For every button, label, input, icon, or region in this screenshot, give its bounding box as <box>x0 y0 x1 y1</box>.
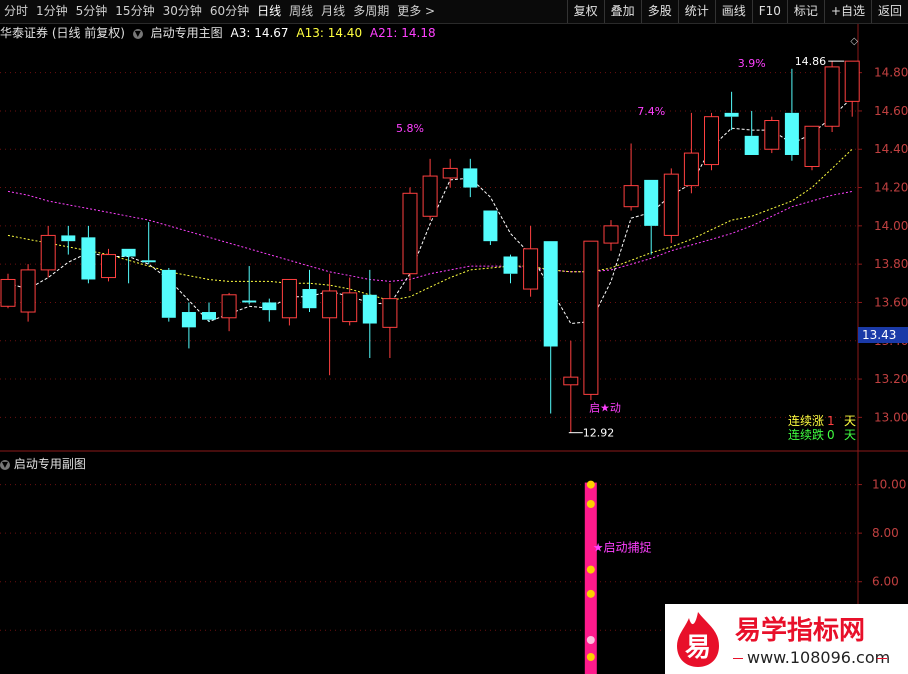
pct-change-label: 7.4% <box>637 105 665 118</box>
y-tick-label: 13.60 <box>874 295 908 309</box>
flame-logo-icon: 易 <box>677 612 719 667</box>
signal-bar <box>584 482 597 674</box>
url-divider-left <box>733 658 743 659</box>
consecutive-up-label: 连续涨 <box>788 413 824 428</box>
diamond-icon: ◇ <box>850 36 858 47</box>
candle-body-up <box>20 269 36 313</box>
candle-body-down <box>543 241 558 347</box>
low-price-label: 12.92 <box>583 427 615 440</box>
pct-change-label: 5.8% <box>396 122 424 135</box>
candle-body-down <box>202 312 216 320</box>
sub-y-tick-label: 6.00 <box>872 575 899 589</box>
candle-body-up <box>101 254 116 279</box>
watermark: 易 易学指标网 www.108096.com <box>665 604 908 674</box>
candle-body-up <box>824 66 840 127</box>
pct-change-label: 3.9% <box>738 57 766 70</box>
y-tick-label: 14.80 <box>874 66 908 80</box>
candle-body-down <box>724 112 739 117</box>
candle-body-down <box>362 294 377 324</box>
candle-body-up <box>40 234 56 271</box>
candle-body-up <box>764 120 780 150</box>
consecutive-down-unit: 天 <box>844 428 856 442</box>
candle-body-up <box>281 278 297 319</box>
candle-body-down <box>503 256 518 274</box>
candle-body-up <box>663 173 679 236</box>
candle-body-up <box>583 240 599 395</box>
candle-body-up <box>804 125 820 167</box>
candle-body-down <box>242 300 257 303</box>
candle-body-down <box>644 179 659 226</box>
signal-label: 启★动 <box>589 402 621 415</box>
y-tick-label: 13.20 <box>874 372 908 386</box>
candle-body-up <box>0 278 16 307</box>
consecutive-down-value: 0 <box>827 428 835 442</box>
y-tick-label: 13.00 <box>874 410 908 424</box>
consecutive-down-label: 连续跌 <box>788 427 824 442</box>
chart-canvas[interactable]: 14.8014.6014.4014.2014.0013.8013.6013.40… <box>0 0 908 674</box>
candle-body-down <box>302 289 317 309</box>
candle-body-down <box>61 235 76 242</box>
coin-icon <box>586 653 595 661</box>
sub-signal-label: ★启动捕捉 <box>593 540 652 555</box>
candle-body-down <box>483 210 498 242</box>
candle-body-down <box>181 312 196 328</box>
candle-body-up <box>442 167 458 179</box>
y-tick-label: 14.20 <box>874 181 908 195</box>
candle-body-up <box>322 290 338 319</box>
candle-body-down <box>141 260 156 263</box>
candle-body-up <box>382 298 398 328</box>
candle-body-down <box>121 248 136 257</box>
watermark-title: 易学指标网 <box>735 616 866 646</box>
y-tick-label: 14.60 <box>874 104 908 118</box>
candle-body-up <box>221 294 237 319</box>
diamond-gem-icon <box>586 636 595 644</box>
candle-body-up <box>342 292 358 323</box>
candle-body-up <box>844 60 860 102</box>
consecutive-up-unit: 天 <box>844 414 856 428</box>
candle-body-up <box>704 116 719 166</box>
logo-char: 易 <box>685 633 711 663</box>
sub-y-tick-label: 8.00 <box>872 526 899 540</box>
butterfly-icon <box>586 565 595 574</box>
y-tick-label: 13.80 <box>874 257 908 271</box>
candle-body-up <box>563 376 579 386</box>
candle-body-up <box>402 192 418 275</box>
candle-body-down <box>262 302 277 311</box>
money-bag-icon <box>586 589 595 598</box>
candle-body-down <box>463 168 478 188</box>
y-tick-label: 14.00 <box>874 219 908 233</box>
candle-body-up <box>422 175 438 217</box>
candle-body-down <box>784 112 799 155</box>
high-price-label: 14.86 <box>795 55 827 68</box>
y-tick-label: 14.40 <box>874 142 908 156</box>
candle-body-down <box>81 237 96 280</box>
candle-body-up <box>603 225 619 244</box>
current-price-label: 13.43 <box>862 328 896 342</box>
butterfly-icon <box>586 480 595 489</box>
watermark-url: www.108096.com <box>747 648 891 667</box>
sub-y-tick-label: 10.00 <box>872 478 906 492</box>
url-divider-right <box>877 658 887 659</box>
candle-body-down <box>744 135 759 155</box>
candle-body-up <box>623 185 639 208</box>
candle-body-down <box>161 269 176 318</box>
butterfly-icon <box>586 500 595 508</box>
candle-body-up <box>523 248 539 290</box>
consecutive-up-value: 1 <box>827 414 835 428</box>
candle-body-up <box>683 152 699 187</box>
